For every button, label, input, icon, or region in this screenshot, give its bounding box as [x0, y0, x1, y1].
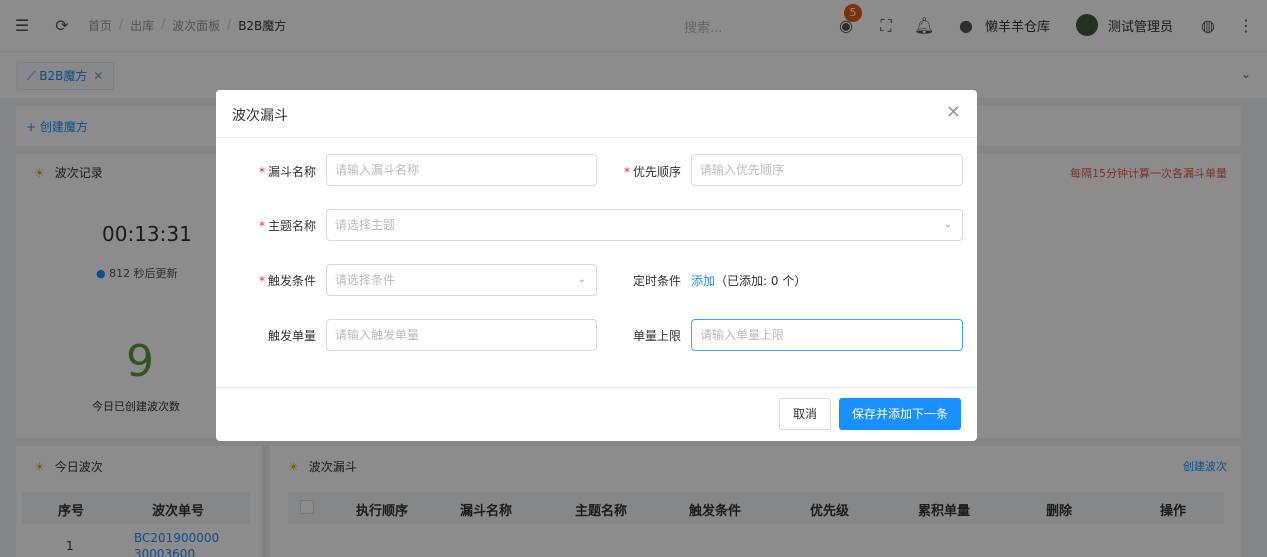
funnel-name-input[interactable]: 请输入漏斗名称	[326, 154, 597, 186]
close-icon[interactable]: ✕	[946, 102, 961, 123]
timed-condition-value: 添加（已添加: 0 个）	[691, 274, 807, 288]
theme-select[interactable]: 请选择主题 ⌄	[326, 209, 963, 241]
chevron-down-icon: ⌄	[577, 274, 586, 285]
theme-label: * 主题名称	[258, 219, 316, 233]
trigger-select[interactable]: 请选择条件 ⌄	[326, 264, 597, 296]
add-timed-condition-link[interactable]: 添加	[691, 274, 715, 288]
priority-input[interactable]: 请输入优先顺序	[691, 154, 963, 186]
max-qty-input[interactable]: 请输入单量上限	[691, 319, 963, 351]
priority-label: * 优先顺序	[623, 165, 681, 179]
trigger-qty-label: 触发单量	[267, 329, 316, 343]
trigger-qty-input[interactable]: 请输入触发单量	[326, 319, 597, 351]
funnel-modal: 波次漏斗 ✕ * 漏斗名称 请输入漏斗名称 * 优先顺序 请输入优先顺序 * 主题名称…	[216, 90, 977, 441]
chevron-down-icon: ⌄	[943, 219, 952, 230]
divider	[216, 137, 977, 138]
funnel-name-label: * 漏斗名称	[258, 165, 316, 179]
timed-condition-label: 定时条件	[632, 274, 681, 288]
max-qty-label: 单量上限	[632, 329, 681, 343]
cancel-button[interactable]: 取消	[779, 398, 831, 430]
modal-title: 波次漏斗	[232, 108, 288, 124]
trigger-label: * 触发条件	[258, 274, 316, 288]
save-and-add-next-button[interactable]: 保存并添加下一条	[839, 398, 961, 430]
divider	[216, 387, 977, 388]
